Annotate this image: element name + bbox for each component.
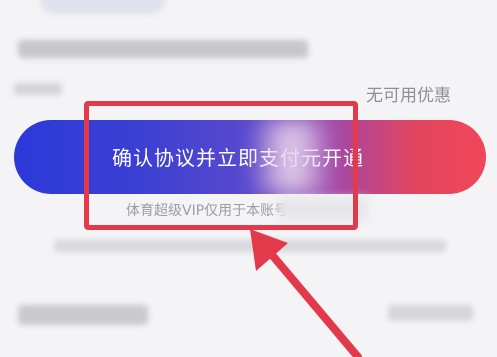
annotation-arrow-icon	[250, 229, 362, 357]
